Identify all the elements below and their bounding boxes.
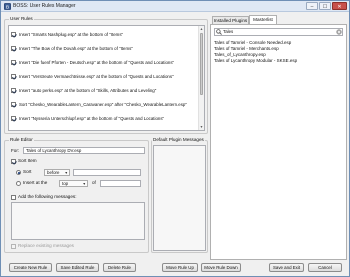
move-rule-down-button[interactable]: Move Rule Down [201, 263, 241, 272]
insert-label: Insert at the [23, 180, 48, 185]
add-messages-checkbox[interactable] [11, 195, 16, 200]
list-item[interactable]: Insert "Verstreute Vermaechtnisse.esp" a… [11, 72, 174, 80]
sort-target-field[interactable] [73, 169, 141, 176]
list-item[interactable]: Insert "The Bow of the Dovah.esp" at the… [11, 44, 133, 52]
masterlist-item[interactable]: Tales of Tamriel - Merchants.esp [214, 46, 279, 51]
rules-list[interactable]: Insert "Smarts Nashplug.esp" at the bott… [8, 25, 205, 131]
chevron-down-icon: ▼ [82, 182, 86, 186]
list-item[interactable]: Insert "Smarts Nashplug.esp" at the bott… [11, 30, 123, 38]
replace-messages-label: Replace existing messages [18, 243, 74, 248]
list-item[interactable]: Insert "Die fuenf Pforten - Deutsch.esp"… [11, 58, 174, 66]
insert-position-select[interactable]: top ▼ [59, 180, 88, 187]
search-icon [216, 29, 222, 35]
messages-textarea[interactable] [11, 202, 145, 240]
masterlist-item[interactable]: Tales of Tamriel - Console Needed.esp [214, 40, 291, 45]
tab-installed-plugins[interactable]: Installed Plugins [212, 16, 249, 24]
default-messages-group-label: Default Plugin Messages [152, 137, 205, 142]
clear-search-icon[interactable] [336, 29, 342, 35]
user-rules-group-label: User Rules [9, 16, 34, 21]
list-item[interactable]: Insert "Nysseria Unterschlupf.esp" at th… [11, 114, 164, 122]
window-title: BOSS: User Rules Manager [13, 3, 76, 9]
minimize-button[interactable]: – [306, 2, 318, 10]
list-item[interactable]: Sort "Chesko_WearableLantern_Caravaner.e… [11, 100, 187, 108]
insert-position-value: top [62, 181, 69, 186]
user-rules-window: B BOSS: User Rules Manager – ☐ ✕ User Ru… [0, 0, 350, 277]
scroll-down-arrow-icon[interactable]: ▼ [199, 124, 204, 130]
rule-checkbox[interactable] [11, 101, 16, 107]
sort-position-select[interactable]: before ▼ [44, 169, 70, 176]
boss-app-icon: B [4, 3, 11, 10]
search-value: Tales [223, 29, 234, 34]
insert-radio[interactable] [16, 181, 21, 186]
save-edited-rule-button[interactable]: Save Edited Rule [56, 263, 99, 272]
rule-checkbox[interactable] [11, 73, 16, 79]
rule-text: Insert "Smarts Nashplug.esp" at the bott… [19, 31, 124, 37]
title-bar: B BOSS: User Rules Manager – ☐ ✕ [1, 1, 349, 12]
scroll-up-arrow-icon[interactable]: ▲ [199, 26, 204, 32]
masterlist-item[interactable]: Tales_of_Lycanthropy.esp [214, 52, 266, 57]
move-rule-up-button[interactable]: Move Rule Up [162, 263, 198, 272]
maximize-button[interactable]: ☐ [319, 2, 331, 10]
rule-text: Insert "Verstreute Vermaechtnisse.esp" a… [19, 73, 174, 79]
masterlist-panel: Tales Tales of Tamriel - Console Needed.… [210, 24, 347, 260]
rules-scrollbar[interactable]: ▲ ▼ [198, 26, 204, 130]
scroll-thumb[interactable] [200, 33, 203, 95]
list-item[interactable]: Insert "auto perks.esp" at the bottom of… [11, 86, 156, 94]
svg-text:B: B [6, 4, 9, 10]
rule-editor-group-label: Rule Editor [9, 137, 34, 142]
sort-radio[interactable] [16, 170, 21, 175]
rule-text: Sort "Chesko_WearableLantern_Caravaner.e… [19, 101, 187, 107]
save-and-exit-button[interactable]: Save and Exit [269, 263, 304, 272]
create-rule-button[interactable]: Create New Rule [9, 263, 52, 272]
rule-text: Insert "Nysseria Unterschlupf.esp" at th… [19, 115, 165, 121]
default-messages-box [153, 145, 206, 251]
add-messages-label: Add the following messages: [18, 194, 77, 199]
of-label: of [92, 180, 96, 185]
rule-checkbox[interactable] [11, 115, 16, 121]
replace-messages-checkbox[interactable] [11, 244, 16, 249]
for-plugin-field[interactable]: Tales of Lycanthropy DV.esp [23, 147, 145, 154]
cancel-button[interactable]: Cancel [308, 263, 342, 272]
rule-text: Insert "The Bow of the Dovah.esp" at the… [19, 45, 133, 51]
chevron-down-icon: ▼ [64, 171, 68, 175]
tab-masterlist[interactable]: Masterlist [249, 15, 277, 24]
delete-rule-button[interactable]: Delete Rule [103, 263, 136, 272]
search-input[interactable]: Tales [214, 28, 343, 36]
sort-position-value: before [47, 170, 60, 175]
for-label: For: [11, 148, 20, 153]
rule-checkbox[interactable] [11, 45, 16, 51]
sort-item-label: Sort Item [18, 158, 37, 163]
rule-text: Insert "Die fuenf Pforten - Deutsch.esp"… [19, 59, 175, 65]
rule-text: Insert "auto perks.esp" at the bottom of… [19, 87, 157, 93]
insert-group-field[interactable] [100, 180, 141, 187]
rule-checkbox[interactable] [11, 31, 16, 37]
close-button[interactable]: ✕ [332, 2, 347, 10]
sort-item-checkbox[interactable] [11, 159, 16, 164]
rule-checkbox[interactable] [11, 87, 16, 93]
sort-label: Sort [23, 169, 32, 174]
rule-checkbox[interactable] [11, 59, 16, 65]
masterlist-item[interactable]: Tales of Lycanthropy Modular - SKSE.esp [214, 58, 297, 63]
